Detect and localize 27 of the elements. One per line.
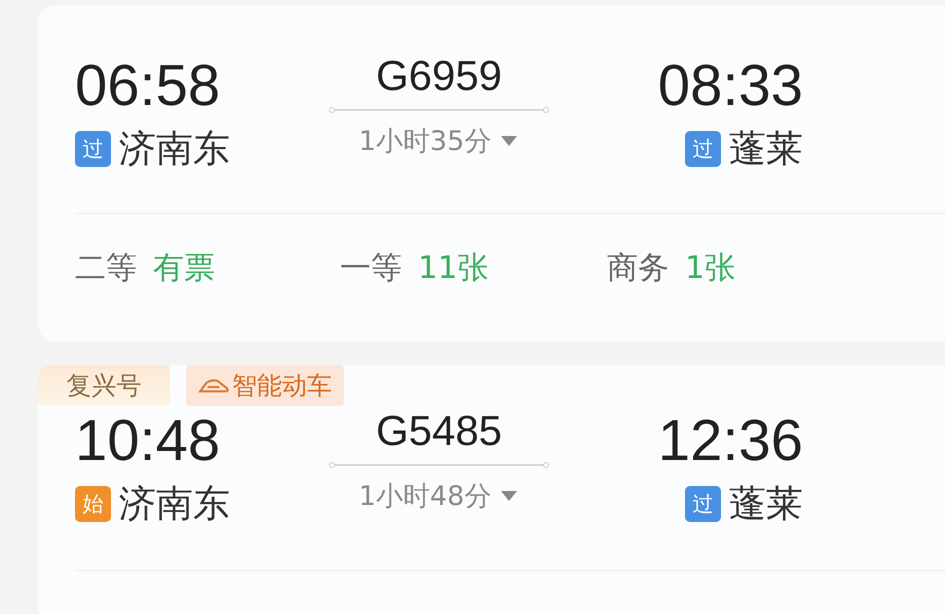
train-number: G5485 (376, 406, 502, 456)
arrival-station: 蓬莱 (729, 481, 803, 527)
arrival-time: 12:36 (658, 408, 803, 474)
train-tag: 复兴号 (38, 365, 170, 406)
station-badge: 过 (75, 131, 111, 167)
seat-availability: 1张 (685, 249, 736, 288)
train-tag: 智能动车 (186, 365, 344, 406)
departure-station: 济南东 (119, 481, 230, 527)
arrival-time: 08:33 (658, 53, 803, 119)
station-badge: 过 (685, 486, 721, 522)
caret-icon (499, 489, 520, 503)
seat-class: 商务 (607, 249, 669, 288)
departure-time: 06:58 (75, 53, 222, 119)
seat-availability: 11张 (418, 249, 488, 288)
train-number: G6959 (376, 51, 502, 101)
seat-availability: 有票 (153, 249, 215, 288)
station-badge: 过 (685, 131, 721, 167)
arrival-station: 蓬莱 (729, 126, 803, 172)
train-card[interactable]: 06:58 过 济南东 G6959 1小时35分 08:33 过 蓬莱 二等 有票 一等 11张 商务 1张 (38, 5, 945, 342)
departure-station: 济南东 (119, 126, 230, 172)
train-icon (198, 378, 230, 394)
seat-class: 二等 (75, 249, 137, 288)
caret-icon (499, 134, 520, 148)
station-badge: 始 (75, 486, 111, 522)
departure-time: 10:48 (75, 408, 222, 474)
seat-class: 一等 (340, 249, 402, 288)
train-card[interactable]: 复兴号 智能动车 10:48 始 济南东 G5485 1小时48分 12:36 过 蓬莱 (38, 365, 945, 614)
